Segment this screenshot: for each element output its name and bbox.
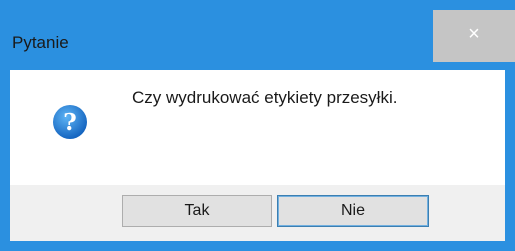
yes-button[interactable]: Tak (122, 195, 272, 227)
title-bar[interactable]: Pytanie × (0, 0, 515, 70)
window-border-bottom (0, 241, 515, 251)
dialog-message: Czy wydrukować etykiety przesyłki. (132, 88, 398, 107)
question-icon: ? (53, 105, 87, 139)
close-icon: × (468, 23, 480, 45)
dialog-content: ? Czy wydrukować etykiety przesyłki. (10, 70, 505, 185)
close-button[interactable]: × (433, 10, 515, 62)
svg-text:?: ? (63, 109, 76, 136)
dialog-window: Pytanie × ? Czy wydrukować etykiety prze… (0, 0, 515, 251)
no-button[interactable]: Nie (277, 195, 429, 227)
dialog-footer: Tak Nie (10, 185, 505, 241)
dialog-title: Pytanie (12, 33, 69, 52)
